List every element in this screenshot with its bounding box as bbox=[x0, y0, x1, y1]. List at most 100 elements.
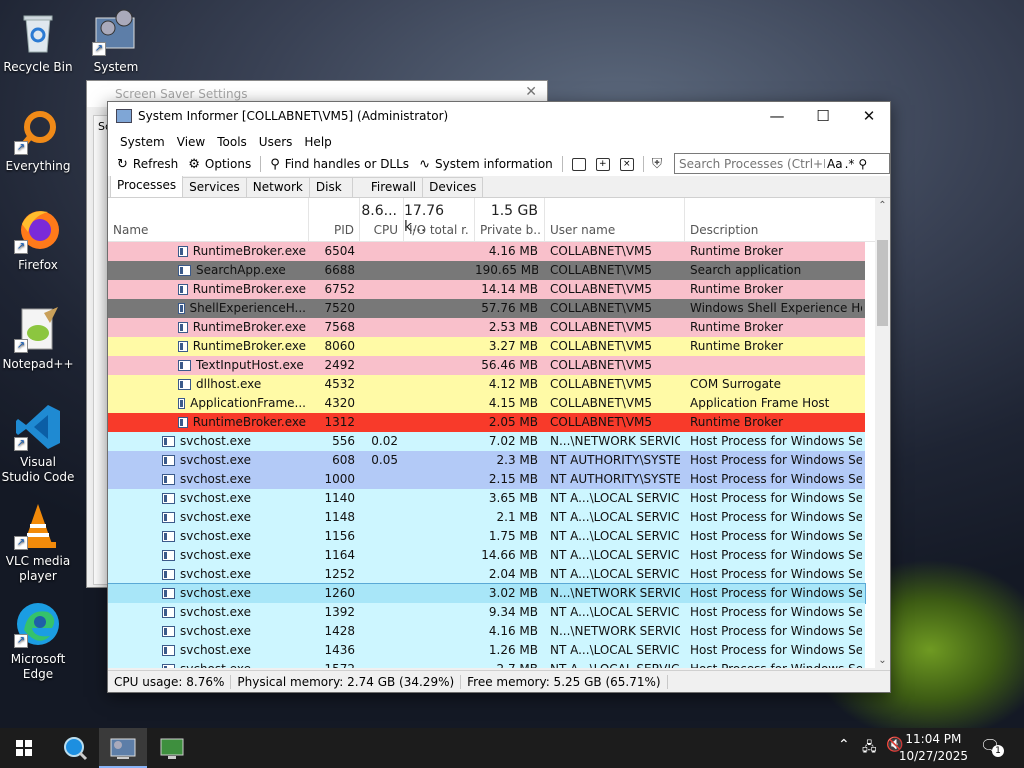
column-user-name[interactable]: User name bbox=[545, 198, 685, 242]
desktop-icon-recycle-bin[interactable]: Recycle Bin bbox=[0, 8, 76, 75]
dialog-close-button[interactable]: ✕ bbox=[525, 84, 537, 100]
process-icon bbox=[178, 378, 191, 390]
maximize-button[interactable]: ☐ bbox=[800, 102, 846, 131]
minimize-button[interactable]: — bbox=[754, 102, 800, 131]
system-informer-window[interactable]: System Informer [COLLABNET\VM5] (Adminis… bbox=[107, 101, 891, 693]
taskbar-system-informer[interactable] bbox=[99, 728, 147, 768]
column-io[interactable]: 17.76 k... I/O total r... bbox=[404, 198, 475, 242]
table-row[interactable]: RuntimeBroker.exe 7568 2.53 MB COLLABNET\VM… bbox=[108, 318, 865, 337]
network-icon[interactable]: 🖧 bbox=[862, 738, 877, 760]
table-row[interactable]: svchost.exe 1140 3.65 MB NT A...\LOCAL SERV… bbox=[108, 489, 865, 508]
refresh-button[interactable]: ↻ Refresh bbox=[112, 153, 183, 175]
cell-desc: Host Process for Windows Ser... bbox=[690, 586, 862, 600]
desktop-icon-system-informer[interactable]: ↗ System Informer bbox=[78, 8, 154, 75]
table-row[interactable]: RuntimeBroker.exe 1312 2.05 MB COLLABNET\VM… bbox=[108, 413, 865, 432]
table-row[interactable]: ApplicationFrame... 4320 4.15 MB COLLABNET\… bbox=[108, 394, 865, 413]
close-window-icon[interactable]: × bbox=[619, 157, 634, 171]
search-icon[interactable]: ⚲ bbox=[858, 157, 867, 171]
options-button[interactable]: ⚙ Options bbox=[183, 153, 256, 175]
chevron-up-icon[interactable]: ⌃ bbox=[838, 737, 850, 753]
search-input[interactable] bbox=[675, 156, 825, 171]
column-name[interactable]: Name bbox=[108, 198, 309, 242]
scroll-thumb[interactable] bbox=[877, 240, 888, 326]
process-name-cell: RuntimeBroker.exe bbox=[178, 320, 306, 334]
cell-desc: Host Process for Windows Ser... bbox=[690, 434, 862, 448]
table-row[interactable]: ShellExperienceH... 7520 57.76 MB COLLABNET… bbox=[108, 299, 865, 318]
column-pid[interactable]: PID bbox=[309, 198, 360, 242]
cell-user: NT A...\LOCAL SERVICE bbox=[550, 643, 680, 657]
system-information-button[interactable]: ∿ System information bbox=[414, 153, 558, 175]
tab-network[interactable]: Network bbox=[245, 177, 310, 197]
match-case-toggle[interactable]: Aa bbox=[827, 157, 843, 171]
table-row[interactable]: RuntimeBroker.exe 6752 14.14 MB COLLABNET\V… bbox=[108, 280, 865, 299]
process-name: ApplicationFrame... bbox=[190, 396, 306, 410]
tab-services[interactable]: Services bbox=[182, 177, 247, 197]
regex-toggle[interactable]: .* bbox=[845, 157, 855, 171]
cell-desc: Windows Shell Experience Host bbox=[690, 301, 862, 315]
desktop-icon-label: Microsoft Edge bbox=[10, 652, 66, 681]
process-name: dllhost.exe bbox=[196, 377, 262, 391]
table-row[interactable]: svchost.exe 1436 1.26 MB NT A...\LOCAL SERV… bbox=[108, 641, 865, 660]
tab-disk[interactable]: Disk bbox=[308, 177, 353, 197]
table-row[interactable]: svchost.exe 1156 1.75 MB NT A...\LOCAL SERV… bbox=[108, 527, 865, 546]
cell-desc: Host Process for Windows Ser... bbox=[690, 491, 862, 505]
table-row[interactable]: RuntimeBroker.exe 8060 3.27 MB COLLABNET\VM… bbox=[108, 337, 865, 356]
column-private-bytes[interactable]: 1.5 GB Private b... bbox=[475, 198, 545, 242]
taskbar-search-app[interactable] bbox=[50, 728, 98, 768]
table-row[interactable]: RuntimeBroker.exe 6504 4.16 MB COLLABNET\VM… bbox=[108, 242, 865, 261]
table-row[interactable]: svchost.exe 1252 2.04 MB NT A...\LOCAL SERV… bbox=[108, 565, 865, 584]
menu-system[interactable]: System bbox=[114, 135, 171, 149]
taskbar-display-settings[interactable] bbox=[148, 728, 196, 768]
column-description[interactable]: Description bbox=[685, 198, 875, 242]
table-row[interactable]: svchost.exe 1000 2.15 MB NT AUTHORITY\SYSTE… bbox=[108, 470, 865, 489]
desktop-icon-everything[interactable]: ↗ Everything bbox=[0, 107, 76, 174]
tab-processes[interactable]: Processes bbox=[110, 175, 184, 197]
desktop-icon-vscode[interactable]: ↗ Visual Studio Code bbox=[0, 403, 76, 485]
tab-devices[interactable]: Devices bbox=[422, 177, 484, 197]
menu-tools[interactable]: Tools bbox=[211, 135, 253, 149]
table-row[interactable]: TextInputHost.exe 2492 56.46 MB COLLABNET\V… bbox=[108, 356, 865, 375]
menu-help[interactable]: Help bbox=[298, 135, 337, 149]
clock-date: 10/27/2025 bbox=[898, 749, 968, 763]
table-row[interactable]: svchost.exe 1392 9.34 MB NT A...\LOCAL SERV… bbox=[108, 603, 865, 622]
desktop-icon-firefox[interactable]: ↗ Firefox bbox=[0, 206, 76, 273]
table-row[interactable]: svchost.exe 608 0.05 2.3 MB NT AUTHORITY\SYS… bbox=[108, 451, 865, 470]
menu-view[interactable]: View bbox=[171, 135, 211, 149]
scroll-up-icon[interactable]: ⌃ bbox=[875, 200, 890, 211]
cell-private: 2.1 MB bbox=[496, 510, 538, 524]
desktop-icon-vlc[interactable]: ↗ VLC media player bbox=[0, 502, 76, 584]
table-row[interactable]: svchost.exe 1148 2.1 MB NT A...\LOCAL SERVI… bbox=[108, 508, 865, 527]
start-button[interactable] bbox=[0, 728, 48, 768]
desktop-icon-edge[interactable]: ↗ Microsoft Edge bbox=[0, 600, 76, 682]
table-row[interactable]: svchost.exe 556 0.02 7.02 MB N...\NETWORK SE… bbox=[108, 432, 865, 451]
process-name-cell: svchost.exe bbox=[162, 529, 306, 543]
process-name: RuntimeBroker.exe bbox=[192, 339, 306, 353]
notification-center-button[interactable]: 🗨 1 bbox=[980, 736, 1004, 758]
table-row[interactable]: svchost.exe 1428 4.16 MB N...\NETWORK SERVI… bbox=[108, 622, 865, 641]
title-bar[interactable]: System Informer [COLLABNET\VM5] (Adminis… bbox=[108, 102, 890, 131]
table-row[interactable]: svchost.exe 1260 3.02 MB N...\NETWORK SERVI… bbox=[108, 583, 866, 604]
process-name-cell: svchost.exe bbox=[162, 605, 306, 619]
taskbar: ⌃ 🖧 🔇 11:04 PM 10/27/2025 🗨 1 bbox=[0, 728, 1024, 768]
cell-private: 2.04 MB bbox=[488, 567, 538, 581]
window-icon[interactable] bbox=[571, 157, 586, 171]
scroll-down-icon[interactable]: ⌄ bbox=[875, 655, 890, 666]
table-row[interactable]: svchost.exe 1164 14.66 MB NT A...\LOCAL SER… bbox=[108, 546, 865, 565]
window-find-icon[interactable]: + bbox=[595, 157, 610, 171]
table-row[interactable]: SearchApp.exe 6688 190.65 MB COLLABNET\VM5 S… bbox=[108, 261, 865, 280]
menu-users[interactable]: Users bbox=[253, 135, 299, 149]
cell-pid: 1260 bbox=[324, 586, 355, 600]
tab-firewall[interactable]: Firewall bbox=[351, 177, 424, 197]
clock[interactable]: 11:04 PM 10/27/2025 bbox=[899, 731, 968, 765]
shield-icon[interactable]: ⛨ bbox=[652, 156, 663, 172]
process-tree[interactable]: Name PID 8.6... CPU 17.76 k... I/O total r… bbox=[108, 198, 890, 668]
table-row[interactable]: svchost.exe 1572 2.7 MB NT A...\LOCAL SERVI… bbox=[108, 660, 865, 668]
find-handles-button[interactable]: ⚲ Find handles or DLLs bbox=[265, 153, 414, 175]
vertical-scrollbar[interactable]: ⌃ ⌄ bbox=[875, 198, 890, 668]
search-box[interactable]: Aa .* ⚲ bbox=[674, 153, 890, 174]
cell-private: 57.76 MB bbox=[481, 301, 538, 315]
desktop-icon-notepadpp[interactable]: ↗ Notepad++ bbox=[0, 305, 76, 372]
table-row[interactable]: dllhost.exe 4532 4.12 MB COLLABNET\VM5 COM S… bbox=[108, 375, 865, 394]
column-cpu[interactable]: 8.6... CPU bbox=[360, 198, 404, 242]
close-button[interactable]: ✕ bbox=[846, 102, 892, 131]
